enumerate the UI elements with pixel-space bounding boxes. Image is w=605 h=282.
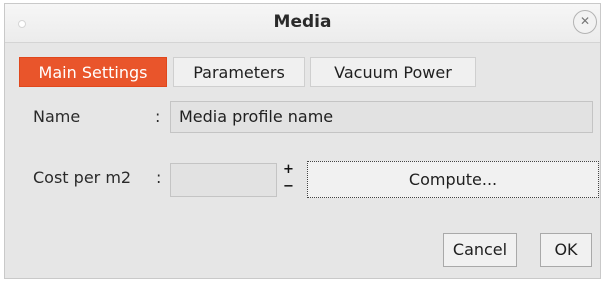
name-field[interactable]: Media profile name [170, 101, 593, 133]
tab-vacuum-power[interactable]: Vacuum Power [310, 57, 476, 87]
tab-parameters[interactable]: Parameters [173, 57, 305, 87]
tab-main-settings[interactable]: Main Settings [19, 57, 167, 87]
name-separator: : [155, 107, 161, 126]
window-title: Media [273, 12, 332, 32]
title-bar: Media ✕ [5, 4, 600, 43]
increment-icon[interactable]: + [283, 163, 294, 176]
media-dialog: Media ✕ Main Settings Parameters Vacuum … [4, 3, 601, 279]
cost-separator: : [156, 168, 162, 187]
ok-button[interactable]: OK [540, 233, 592, 267]
close-icon[interactable]: ✕ [573, 10, 597, 34]
name-label: Name [33, 107, 81, 126]
compute-button[interactable]: Compute... [307, 161, 599, 198]
cost-input[interactable] [170, 163, 277, 197]
cost-label: Cost per m2 [33, 168, 132, 187]
decrement-icon[interactable]: − [283, 180, 294, 193]
cancel-button[interactable]: Cancel [443, 233, 517, 267]
